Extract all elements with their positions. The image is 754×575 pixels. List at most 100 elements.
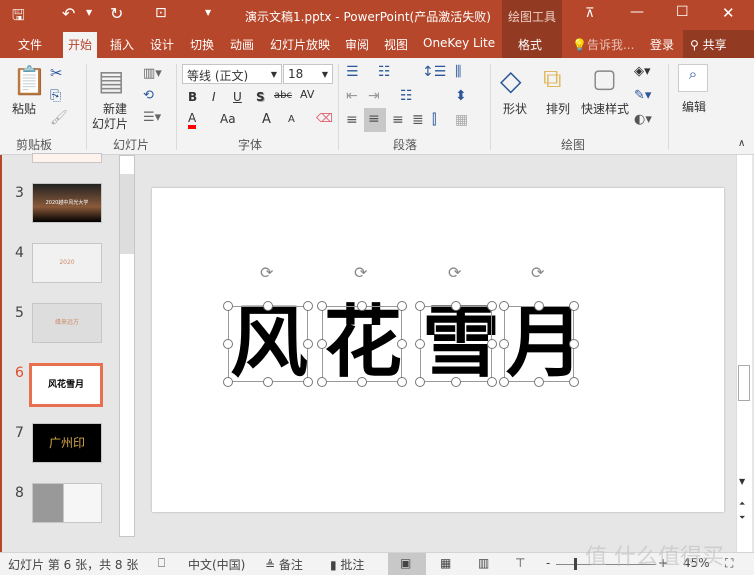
shape-outline-icon[interactable]: ✎▾: [634, 88, 651, 103]
slideshow-icon[interactable]: ⊡: [155, 5, 167, 21]
rotate-handle-icon[interactable]: ⟳: [260, 263, 273, 282]
text-direction-icon[interactable]: ⫼: [455, 64, 461, 80]
shapes-button[interactable]: 形状: [503, 100, 527, 117]
maximize-icon[interactable]: ☐: [676, 4, 689, 20]
resize-handle[interactable]: [223, 339, 233, 349]
tab-design[interactable]: 设计: [150, 36, 174, 53]
ribbon-display-icon[interactable]: ⊼: [585, 6, 595, 21]
line-spacing-icon[interactable]: ↕☰: [422, 64, 446, 80]
tab-file[interactable]: 文件: [18, 36, 42, 53]
distribute-icon[interactable]: ⫿: [432, 112, 436, 128]
slideshow-view-icon[interactable]: ⊤: [515, 556, 525, 570]
resize-handle[interactable]: [499, 377, 509, 387]
next-slide-icon[interactable]: ⏷: [739, 513, 745, 523]
smartart-icon[interactable]: ▦: [455, 112, 468, 128]
main-scrollbar[interactable]: ▼ ⏶ ⏷: [736, 155, 752, 552]
numbering-icon[interactable]: ☷: [378, 64, 391, 80]
rotate-handle-icon[interactable]: ⟳: [448, 263, 461, 282]
tab-animations[interactable]: 动画: [230, 36, 254, 53]
slide-sorter-icon[interactable]: ▦: [440, 556, 451, 570]
undo-dropdown-icon[interactable]: ▼: [86, 8, 92, 17]
scrollbar-thumb[interactable]: [120, 174, 134, 254]
grow-font-button[interactable]: A: [262, 112, 271, 127]
resize-handle[interactable]: [569, 377, 579, 387]
resize-handle[interactable]: [397, 377, 407, 387]
new-slide-button-2[interactable]: 幻灯片: [92, 115, 128, 132]
tab-onekey[interactable]: OneKey Lite: [423, 36, 495, 50]
comments-button[interactable]: ▮ 批注: [330, 556, 364, 573]
collapse-ribbon-icon[interactable]: ∧: [738, 138, 745, 149]
new-slide-icon[interactable]: ▤: [98, 64, 124, 97]
zoom-slider-handle[interactable]: [574, 558, 577, 570]
resize-handle[interactable]: [569, 339, 579, 349]
minimize-icon[interactable]: —: [630, 4, 644, 20]
reset-icon[interactable]: ⟲: [143, 88, 154, 103]
underline-button[interactable]: U: [233, 90, 242, 104]
resize-handle[interactable]: [487, 339, 497, 349]
resize-handle[interactable]: [534, 301, 544, 311]
slide-thumbnail-3[interactable]: 2020越中风光大学: [32, 183, 102, 223]
tab-view[interactable]: 视图: [384, 36, 408, 53]
scroll-down-icon[interactable]: ▼: [739, 477, 745, 486]
clear-format-icon[interactable]: ⌫: [316, 111, 333, 125]
increase-indent-icon[interactable]: ⇥: [368, 88, 380, 104]
bold-button[interactable]: B: [188, 90, 197, 104]
slide-thumbnail-8[interactable]: [32, 483, 102, 523]
font-size-select[interactable]: 18 ▼: [283, 64, 333, 84]
editing-button[interactable]: 编辑: [682, 98, 706, 115]
columns-icon[interactable]: ☷: [400, 88, 413, 104]
save-icon[interactable]: 🖫: [12, 5, 25, 30]
resize-handle[interactable]: [487, 377, 497, 387]
resize-handle[interactable]: [569, 301, 579, 311]
resize-handle[interactable]: [317, 377, 327, 387]
justify-icon[interactable]: ≣: [412, 112, 424, 128]
change-case-button[interactable]: Aa: [220, 112, 236, 126]
redo-icon[interactable]: ↻: [110, 4, 123, 23]
shrink-font-button[interactable]: A: [288, 114, 295, 125]
slide-canvas[interactable]: 风 ⟳ 花 ⟳ 雪 ⟳ 月 ⟳: [152, 188, 724, 512]
thumbnail-scrollbar[interactable]: [119, 155, 135, 537]
italic-button[interactable]: I: [212, 90, 216, 104]
tab-review[interactable]: 审阅: [345, 36, 369, 53]
strikethrough-button[interactable]: abc: [274, 90, 292, 101]
layout-icon[interactable]: ▥▾: [143, 66, 162, 81]
resize-handle[interactable]: [263, 301, 273, 311]
resize-handle[interactable]: [223, 301, 233, 311]
shadow-button[interactable]: S: [256, 90, 265, 104]
format-painter-icon[interactable]: 🖌: [50, 110, 68, 126]
slide-thumbnail-6[interactable]: 风花雪月: [29, 363, 103, 407]
quick-styles-icon[interactable]: ▢: [592, 64, 617, 94]
arrange-button[interactable]: 排列: [546, 100, 570, 117]
notes-button[interactable]: ≜ 备注: [265, 556, 303, 573]
resize-handle[interactable]: [303, 339, 313, 349]
resize-handle[interactable]: [263, 377, 273, 387]
undo-icon[interactable]: ↶: [62, 4, 75, 23]
resize-handle[interactable]: [357, 377, 367, 387]
resize-handle[interactable]: [499, 301, 509, 311]
decrease-indent-icon[interactable]: ⇤: [346, 88, 358, 104]
resize-handle[interactable]: [415, 377, 425, 387]
resize-handle[interactable]: [397, 301, 407, 311]
char-spacing-button[interactable]: AV: [300, 88, 314, 101]
shapes-icon[interactable]: ◇: [500, 64, 522, 97]
reading-view-icon[interactable]: ▥: [478, 556, 489, 570]
tell-me[interactable]: 💡告诉我...: [572, 36, 634, 53]
resize-handle[interactable]: [451, 377, 461, 387]
align-text-icon[interactable]: ⬍: [455, 88, 467, 104]
slide-thumbnail-5[interactable]: 缘来远方: [32, 303, 102, 343]
paste-icon[interactable]: 📋: [12, 64, 47, 97]
slide-thumbnail-2[interactable]: [32, 153, 102, 163]
arrange-icon[interactable]: ⧉: [543, 64, 562, 95]
resize-handle[interactable]: [499, 339, 509, 349]
prev-slide-icon[interactable]: ⏶: [739, 499, 745, 509]
close-icon[interactable]: ✕: [722, 4, 735, 22]
quick-styles-button[interactable]: 快速样式: [581, 100, 629, 117]
align-right-icon[interactable]: ≡: [392, 112, 404, 128]
slide-thumbnail-7[interactable]: 广州印: [32, 423, 102, 463]
zoom-out-icon[interactable]: -: [546, 556, 550, 570]
tab-format[interactable]: 格式: [518, 36, 542, 53]
copy-icon[interactable]: ⎘: [50, 88, 61, 104]
align-left-icon[interactable]: ≡: [346, 112, 358, 128]
resize-handle[interactable]: [487, 301, 497, 311]
align-center-icon[interactable]: ≡: [364, 108, 386, 132]
